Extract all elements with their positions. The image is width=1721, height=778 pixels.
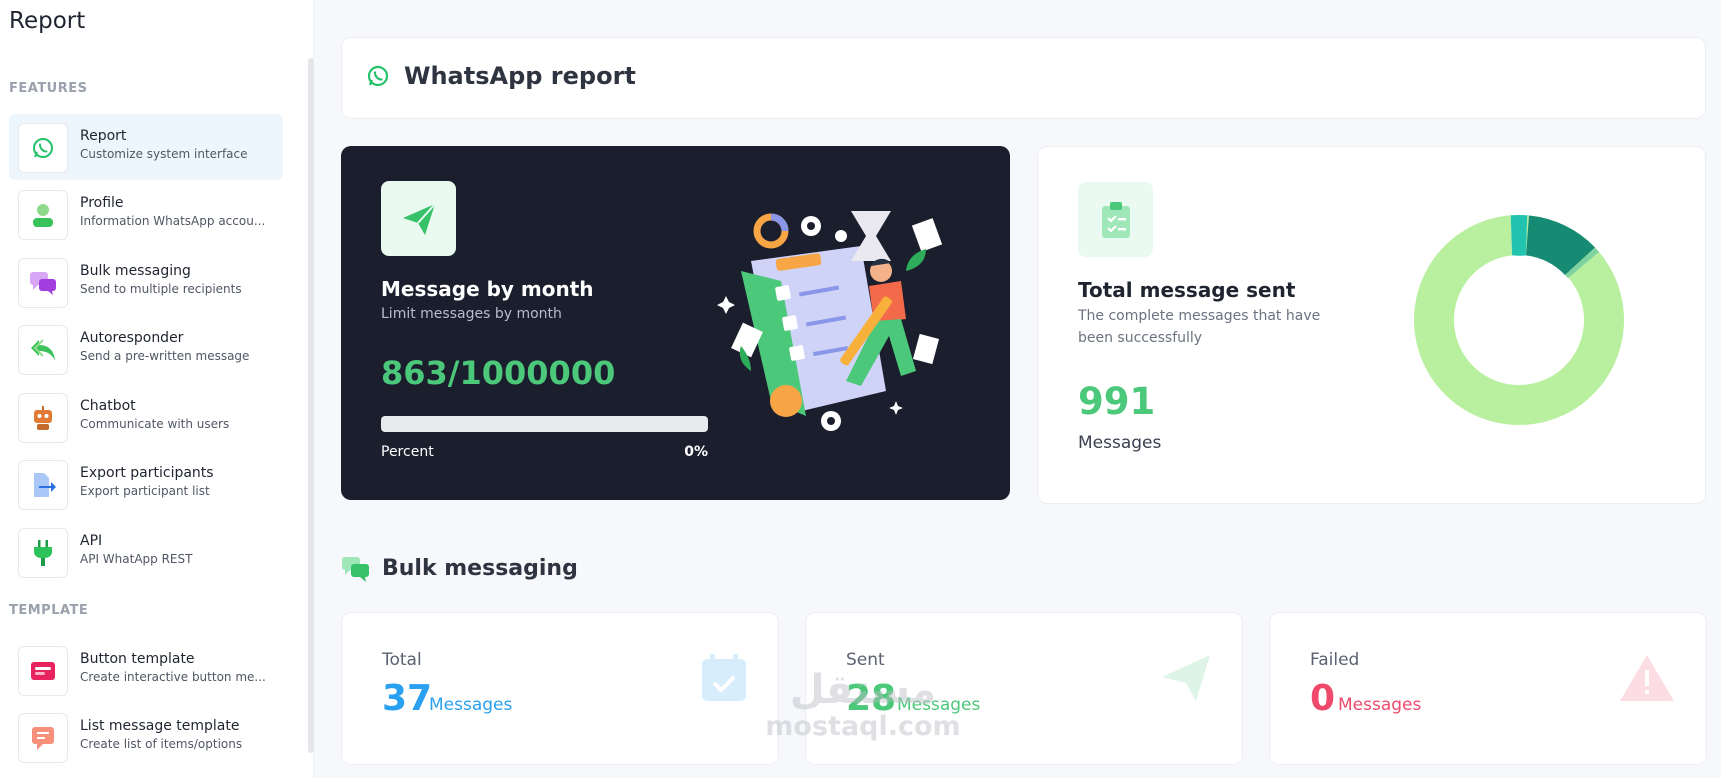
robot-icon — [18, 393, 68, 443]
stat-card-failed: Failed 0 Messages — [1269, 612, 1707, 765]
whatsapp-icon — [18, 123, 68, 173]
sidebar-item-sublabel: Information WhatsApp accou... — [80, 214, 266, 228]
whatsapp-icon — [366, 64, 390, 92]
sidebar-item-list-message-template[interactable]: List message template Create list of ite… — [9, 704, 283, 770]
watermark: مستقل mostaql.com — [758, 668, 968, 742]
monthly-title: Message by month — [381, 277, 594, 301]
chat-bubbles-icon — [18, 258, 68, 308]
plug-icon — [18, 528, 68, 578]
reply-icon — [18, 325, 68, 375]
stat-unit: Messages — [1338, 695, 1422, 715]
stat-label: Total — [382, 650, 422, 670]
page-title: WhatsApp report — [404, 62, 636, 90]
sidebar-item-sublabel: Create list of items/options — [80, 737, 243, 751]
message-illustration — [717, 211, 943, 431]
sidebar-item-sublabel: Export participant list — [80, 484, 210, 498]
sidebar-title: Report — [9, 8, 86, 34]
bulk-messaging-title: Bulk messaging — [382, 556, 578, 581]
clipboard-check-icon — [1078, 182, 1153, 257]
profile-icon — [18, 190, 68, 240]
sidebar-item-export-participants[interactable]: Export participants Export participant l… — [9, 451, 283, 517]
sidebar: Report FEATURES Report Customize system … — [0, 0, 314, 778]
calendar-check-icon — [700, 653, 748, 707]
donut-segment-teal — [1510, 214, 1528, 256]
sidebar-item-button-template[interactable]: Button template Create interactive butto… — [9, 637, 283, 703]
stat-card-total: Total 37 Messages — [341, 612, 779, 765]
sidebar-item-label: Bulk messaging — [80, 263, 191, 279]
monthly-progress-bar — [381, 416, 708, 432]
report-header: WhatsApp report — [341, 37, 1706, 119]
total-message-sent-card: Total message sent The complete messages… — [1037, 146, 1706, 504]
button-template-icon — [18, 646, 68, 696]
sidebar-item-label: Export participants — [80, 465, 214, 481]
stat-label: Failed — [1310, 650, 1360, 670]
paper-plane-icon — [381, 181, 456, 256]
sidebar-item-sublabel: Create interactive button me... — [80, 670, 266, 684]
sidebar-item-api[interactable]: API API WhatApp REST — [9, 519, 283, 585]
sidebar-scrollbar[interactable] — [308, 58, 314, 753]
list-message-icon — [18, 713, 68, 763]
warning-icon — [1618, 653, 1676, 707]
stat-unit: Messages — [429, 695, 513, 715]
sidebar-item-report[interactable]: Report Customize system interface — [9, 114, 283, 180]
sidebar-item-label: Chatbot — [80, 398, 136, 414]
percent-label: Percent — [381, 444, 434, 460]
sidebar-item-profile[interactable]: Profile Information WhatsApp accou... — [9, 181, 283, 247]
total-title: Total message sent — [1078, 278, 1296, 302]
watermark-latin: mostaql.com — [765, 711, 961, 742]
sidebar-item-label: Button template — [80, 651, 195, 667]
message-donut-chart — [1414, 214, 1624, 425]
sidebar-item-sublabel: Communicate with users — [80, 417, 230, 431]
stat-value: 37 — [382, 678, 433, 719]
sidebar-item-bulk-messaging[interactable]: Bulk messaging Send to multiple recipien… — [9, 249, 283, 315]
watermark-arabic: مستقل — [789, 667, 937, 713]
sidebar-item-autoresponder[interactable]: Autoresponder Send a pre-written message — [9, 316, 283, 382]
chat-bubbles-icon — [341, 555, 371, 587]
export-icon — [18, 460, 68, 510]
total-unit: Messages — [1078, 433, 1162, 453]
percent-value: 0% — [684, 444, 708, 460]
section-label-features: FEATURES — [9, 81, 88, 96]
paper-plane-icon — [1160, 653, 1212, 707]
sidebar-item-label: Profile — [80, 195, 124, 211]
total-subtitle: The complete messages that have been suc… — [1078, 308, 1321, 346]
sidebar-item-label: Report — [80, 128, 127, 144]
message-by-month-card: Message by month Limit messages by month… — [341, 146, 1010, 500]
sidebar-item-sublabel: Customize system interface — [80, 147, 248, 161]
sidebar-item-label: API — [80, 533, 103, 549]
sidebar-item-sublabel: Send a pre-written message — [80, 349, 250, 363]
sidebar-item-label: Autoresponder — [80, 330, 184, 346]
sidebar-item-sublabel: Send to multiple recipients — [80, 282, 242, 296]
monthly-value: 863/1000000 — [381, 354, 616, 392]
sidebar-item-chatbot[interactable]: Chatbot Communicate with users — [9, 384, 283, 450]
total-value: 991 — [1078, 380, 1156, 423]
sidebar-item-sublabel: API WhatApp REST — [80, 552, 193, 566]
monthly-subtitle: Limit messages by month — [381, 306, 562, 322]
section-label-template: TEMPLATE — [9, 603, 89, 618]
sidebar-item-label: List message template — [80, 718, 240, 734]
stat-value: 0 — [1310, 678, 1336, 719]
